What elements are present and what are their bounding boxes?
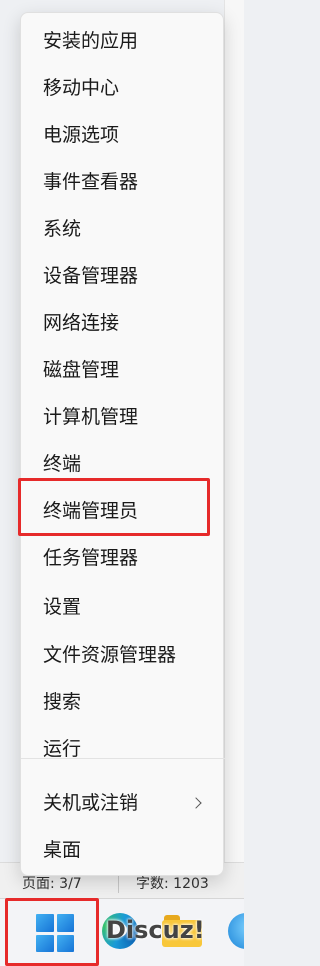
menu-item-run[interactable]: 运行 (21, 727, 225, 771)
menu-item-event-viewer[interactable]: 事件查看器 (21, 160, 225, 204)
watermark-logo: Discuz! (106, 916, 205, 944)
menu-item-settings[interactable]: 设置 (21, 585, 225, 629)
menu-item-computer-management[interactable]: 计算机管理 (21, 395, 225, 439)
menu-item-power-options[interactable]: 电源选项 (21, 113, 225, 157)
document-background (224, 0, 244, 862)
menu-item-shutdown-signout[interactable]: 关机或注销 (21, 781, 225, 825)
menu-item-device-manager[interactable]: 设备管理器 (21, 254, 225, 298)
menu-item-file-explorer[interactable]: 文件资源管理器 (21, 633, 225, 677)
menu-item-disk-management[interactable]: 磁盘管理 (21, 348, 225, 392)
menu-divider (21, 758, 225, 759)
menu-item-system[interactable]: 系统 (21, 207, 225, 251)
winx-context-menu: 安装的应用 移动中心 电源选项 事件查看器 系统 设备管理器 网络连接 磁盘管理… (20, 12, 225, 876)
screen: 页面: 3/7 字数: 1203 Discuz! 安装的应用 移动中心 电源选项… (0, 0, 244, 966)
menu-item-desktop[interactable]: 桌面 (21, 828, 225, 872)
highlight-box-start-button (5, 898, 99, 966)
chevron-right-icon (189, 781, 203, 825)
menu-item-search[interactable]: 搜索 (21, 680, 225, 724)
edge-icon[interactable] (228, 913, 244, 949)
menu-item-mobility-center[interactable]: 移动中心 (21, 66, 225, 110)
menu-item-network-connections[interactable]: 网络连接 (21, 301, 225, 345)
menu-item-task-manager[interactable]: 任务管理器 (21, 536, 225, 580)
page-count: 页面: 3/7 (22, 876, 82, 892)
menu-item-installed-apps[interactable]: 安装的应用 (21, 19, 225, 63)
menu-item-label: 关机或注销 (43, 792, 139, 814)
highlight-box-terminal-admin (18, 478, 210, 536)
word-count: 字数: 1203 (136, 876, 209, 892)
